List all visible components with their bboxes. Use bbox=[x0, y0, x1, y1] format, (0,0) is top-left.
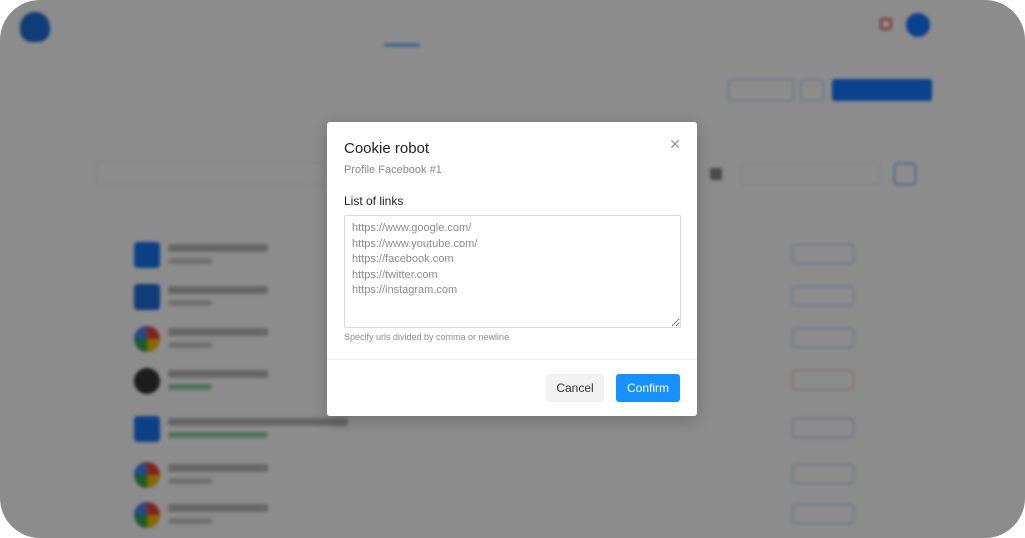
links-help-text: Specify urls divided by comma or newline bbox=[344, 332, 510, 342]
close-icon[interactable]: ✕ bbox=[667, 136, 683, 152]
modal-title: Cookie robot bbox=[344, 140, 430, 157]
modal-subtitle: Profile Facebook #1 bbox=[344, 164, 442, 176]
links-textarea[interactable]: https://www.google.com/ https://www.yout… bbox=[344, 215, 681, 328]
cancel-button[interactable]: Cancel bbox=[546, 374, 604, 402]
confirm-button[interactable]: Confirm bbox=[616, 374, 680, 402]
modal-footer-divider bbox=[327, 359, 697, 360]
links-field-label: List of links bbox=[344, 194, 404, 208]
cookie-robot-modal: Cookie robot Profile Facebook #1 ✕ List … bbox=[327, 122, 697, 416]
app-frame: Cookie robot Profile Facebook #1 ✕ List … bbox=[0, 0, 1025, 538]
